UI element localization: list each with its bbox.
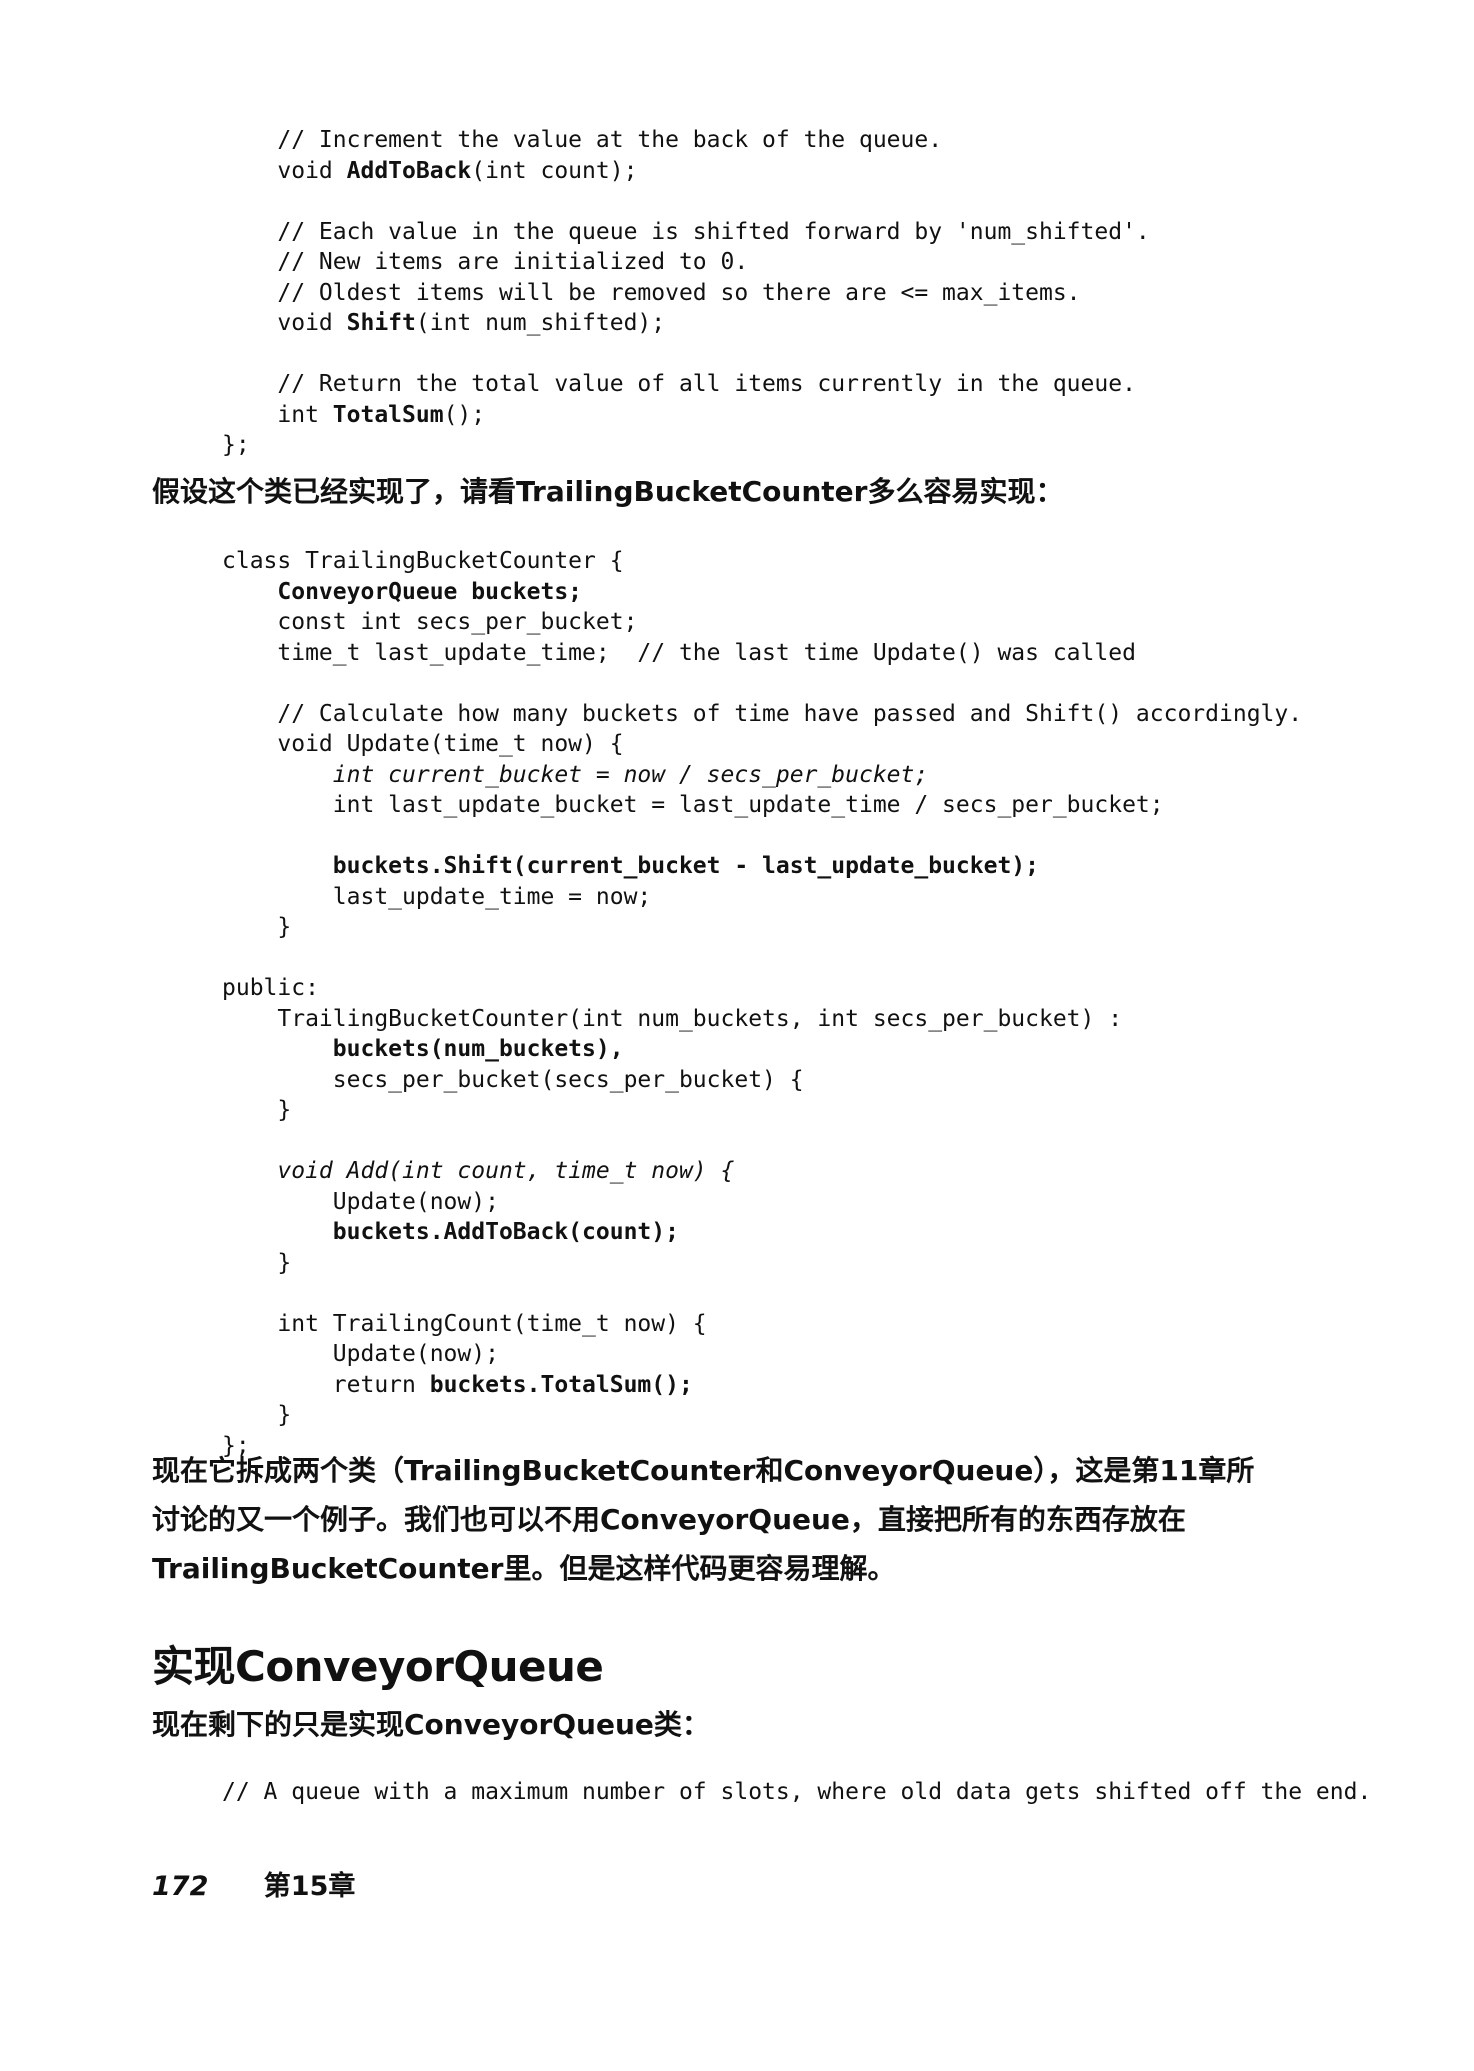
code-line: // A queue with a maximum number of slot… <box>222 1779 1372 1805</box>
code-line: void AddToBack(int count); <box>222 157 638 184</box>
code-line: void Add(int count, time_t now) { <box>277 1158 735 1184</box>
code-line: void Update(time_t now) { <box>222 731 624 757</box>
code-line: // New items are initialized to 0. <box>222 249 749 275</box>
code-line: }; <box>222 432 250 458</box>
code-line: const int secs_per_bucket; <box>222 609 638 635</box>
code-line: buckets.AddToBack(count); <box>332 1219 679 1245</box>
code-line: } <box>222 1402 292 1428</box>
chapter-label: 第15章 <box>263 1871 356 1902</box>
code-line: TrailingBucketCounter(int num_buckets, i… <box>222 1005 1123 1032</box>
section-heading: 实现ConveyorQueue <box>152 1642 604 1691</box>
code-line: Update(now); <box>222 1341 499 1367</box>
code-line: } <box>222 914 292 940</box>
paragraph-explanation-line-2: 讨论的又一个例子。我们也可以不用ConveyorQueue，直接把所有的东西存放… <box>152 1503 1186 1536</box>
page-number: 172 <box>152 1871 209 1902</box>
paragraph-remaining-text: 现在剩下的只是实现ConveyorQueue类： <box>152 1708 710 1741</box>
code-line: int current_bucket = now / secs_per_buck… <box>332 761 929 788</box>
paragraph-remaining: 现在剩下的只是实现ConveyorQueue类： <box>152 1705 1342 1745</box>
code-line: time_t last_update_time; // the last tim… <box>222 639 1136 666</box>
code-line: int TrailingCount(time_t now) { <box>222 1310 707 1337</box>
code-line: secs_per_bucket(secs_per_bucket) { <box>222 1066 804 1093</box>
code-line: class TrailingBucketCounter { <box>222 548 624 574</box>
code-line: } <box>222 1097 292 1123</box>
code-block-queue-methods: // Increment the value at the back of th… <box>0 125 1474 461</box>
code-line: ConveyorQueue buckets; <box>277 578 583 605</box>
paragraph-intro: 假设这个类已经实现了，请看TrailingBucketCounter多么容易实现… <box>152 472 1342 512</box>
code-line: last_update_time = now; <box>222 883 652 910</box>
code-block-conveyor-queue-comment: // A queue with a maximum number of slot… <box>0 1777 1474 1808</box>
code-line: buckets.Shift(current_bucket - last_upda… <box>332 853 1039 879</box>
paragraph-explanation-line-1: 现在它拆成两个类（TrailingBucketCounter和ConveyorQ… <box>152 1454 1255 1487</box>
code-line: int last_update_bucket = last_update_tim… <box>222 792 1164 818</box>
code-line: } <box>222 1249 292 1276</box>
paragraph-intro-text: 假设这个类已经实现了，请看TrailingBucketCounter多么容易实现… <box>152 475 1064 508</box>
paragraph-explanation-line-3: TrailingBucketCounter里。但是这样代码更容易理解。 <box>152 1552 896 1585</box>
code-line: int TotalSum(); <box>222 401 486 428</box>
code-line: // Calculate how many buckets of time ha… <box>222 700 1303 727</box>
code-line: // Increment the value at the back of th… <box>222 127 943 153</box>
code-line: // Return the total value of all items c… <box>222 371 1136 397</box>
code-line: public: <box>222 975 319 1001</box>
paragraph-explanation: 现在它拆成两个类（TrailingBucketCounter和ConveyorQ… <box>152 1446 1342 1593</box>
code-line: void Shift(int num_shifted); <box>222 310 666 336</box>
code-line: buckets(num_buckets), <box>332 1036 624 1062</box>
page-footer: 172 第15章 <box>152 1864 355 1903</box>
code-line: // Each value in the queue is shifted fo… <box>222 218 1150 245</box>
code-block-trailing-bucket-counter: class TrailingBucketCounter { ConveyorQu… <box>0 546 1474 1461</box>
code-line: Update(now); <box>222 1188 499 1215</box>
code-line: return buckets.TotalSum(); <box>222 1371 693 1398</box>
code-line: // Oldest items will be removed so there… <box>222 279 1081 306</box>
